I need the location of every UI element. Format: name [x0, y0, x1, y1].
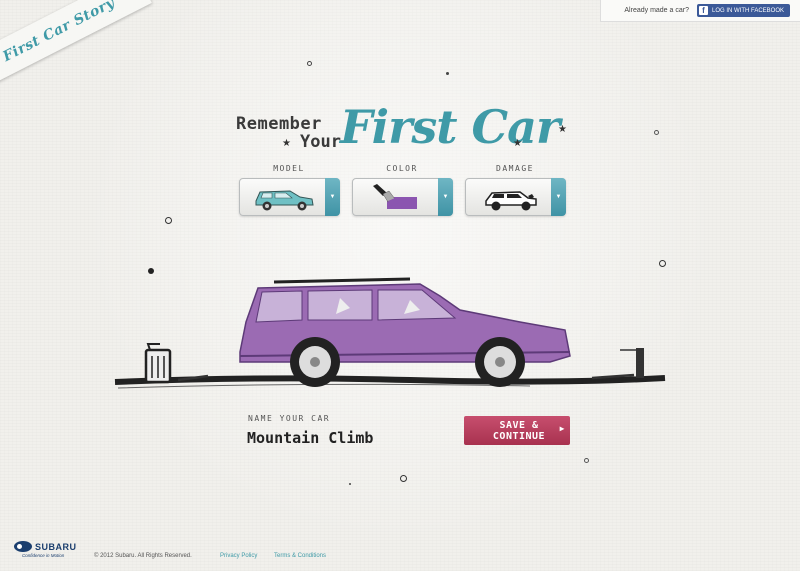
facebook-login-button[interactable]: f LOG IN WITH FACEBOOK [696, 4, 790, 17]
privacy-policy-link[interactable]: Privacy Policy [220, 553, 257, 559]
copyright-text: © 2012 Subaru. All Rights Reserved. [94, 553, 192, 559]
decor-dot [659, 260, 666, 267]
facebook-login-label: LOG IN WITH FACEBOOK [711, 7, 784, 14]
terms-conditions-link[interactable]: Terms & Conditions [274, 553, 326, 559]
paint-brush-icon [373, 184, 417, 209]
damage-dropdown[interactable]: ▼ [465, 178, 566, 216]
damaged-car-icon [485, 191, 537, 211]
color-dropdown[interactable]: ▼ [352, 178, 453, 216]
star-icon: ★ [282, 138, 291, 149]
star-icon: ★ [513, 138, 522, 149]
decor-dot [307, 61, 312, 66]
chevron-down-icon: ▼ [325, 178, 340, 216]
model-dropdown[interactable]: ▼ [239, 178, 340, 216]
subaru-tagline: Confidence in Motion [22, 553, 65, 558]
model-label: MODEL [273, 164, 305, 173]
car-illustration [239, 277, 571, 387]
gas-can-icon [144, 343, 172, 384]
car-name-input[interactable] [247, 426, 427, 450]
decor-dot [349, 483, 351, 485]
name-your-car-label: NAME YOUR CAR [248, 414, 331, 423]
facebook-icon: f [698, 6, 708, 15]
footer: SUBARU Confidence in Motion © 2012 Subar… [14, 541, 434, 561]
car-jack-icon [591, 348, 644, 380]
star-icon: ★ [558, 124, 567, 135]
chevron-down-icon: ▼ [551, 178, 566, 216]
damage-label: DAMAGE [496, 164, 534, 173]
car-scene [114, 277, 666, 389]
headline-first-car: First Car [340, 100, 560, 154]
decor-dot [654, 130, 659, 135]
decor-dot [400, 475, 407, 482]
chevron-down-icon: ▼ [438, 178, 453, 216]
login-prompt: Already made a car? [624, 7, 689, 14]
headline: Remember Your First Car ★ ★ ★ [236, 100, 567, 170]
decor-dot [165, 217, 172, 224]
wagon-car-icon [255, 190, 314, 211]
decor-dot [446, 72, 449, 75]
save-continue-label: SAVE & CONTINUE [492, 419, 546, 442]
subaru-logo[interactable]: SUBARU [14, 541, 77, 552]
chevron-right-icon: ▶ [559, 424, 565, 433]
headline-your: Your [300, 132, 341, 152]
decor-dot [584, 458, 589, 463]
save-continue-button[interactable]: SAVE & CONTINUE ▶ [464, 416, 570, 445]
login-bar: Already made a car? f LOG IN WITH FACEBO… [600, 0, 800, 22]
color-label: COLOR [386, 164, 418, 173]
subaru-wordmark: SUBARU [35, 541, 77, 552]
headline-remember: Remember [236, 114, 322, 134]
subaru-star-icon [14, 541, 32, 552]
